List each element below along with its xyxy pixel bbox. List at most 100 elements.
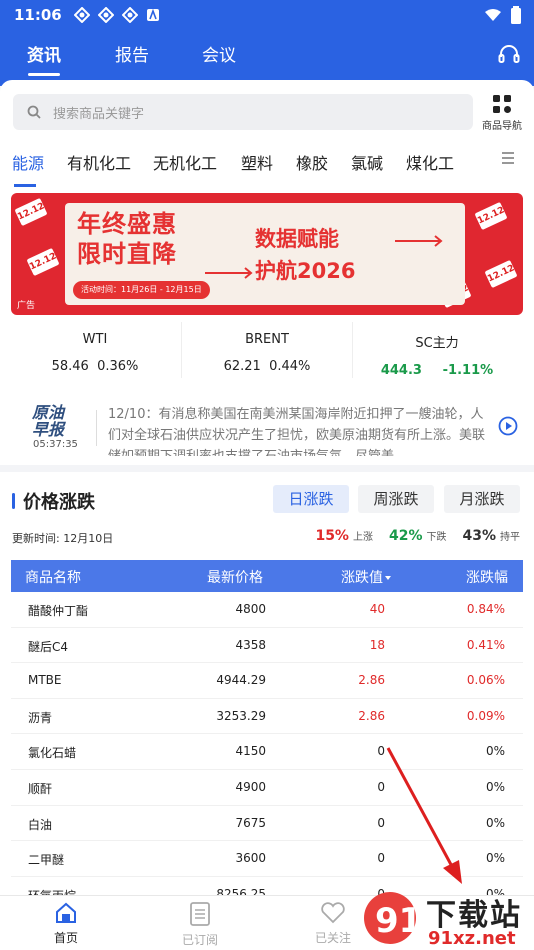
banner-date: 活动时间：11月26日 - 12月15日 (73, 281, 210, 299)
daily-change-button[interactable]: 日涨跌 (273, 485, 349, 513)
quote-name: WTI (82, 332, 108, 347)
table-row[interactable]: 白油 7675 0 0% (11, 806, 523, 842)
svg-text:91: 91 (375, 901, 422, 941)
cell-price: 4800 (235, 602, 266, 616)
cell-price: 4358 (235, 637, 266, 652)
weekly-change-button[interactable]: 周涨跌 (358, 485, 434, 513)
promo-banner[interactable]: 12.12 12.12 12.12 12.12 12.12 年终盛惠 限时直降 … (11, 193, 523, 315)
cell-name: 顺酐 (28, 781, 53, 796)
cell-price: 4150 (235, 744, 266, 759)
tab-conferences[interactable]: 会议 (202, 41, 236, 66)
grid-icon (493, 95, 511, 113)
notification-icons (73, 7, 160, 23)
cell-change: 18 (369, 637, 385, 652)
morning-news[interactable]: 原油 早报 05:37:35 12/10：有消息称美国在南美洲某国海岸附近扣押了… (0, 398, 534, 458)
cell-name: 醋酸仲丁酯 (28, 604, 89, 618)
cell-pct: 0.06% (466, 673, 505, 688)
cell-change: 0 (377, 779, 385, 794)
quote-change: 0.44% (269, 359, 311, 374)
down-label: 下跌 (426, 532, 447, 543)
search-placeholder: 搜索商品关键字 (53, 106, 145, 122)
menu-icon[interactable] (500, 150, 516, 166)
watermark-domain: 91xz.net (428, 928, 516, 949)
section-title: 价格涨跌 (12, 488, 95, 514)
decor-tile: 12.12 (474, 201, 508, 231)
table-row[interactable]: 氯化石蜡 4150 0 0% (11, 734, 523, 770)
home-header-card: 搜索商品关键字 商品导航 能源 有机化工 无机化工 塑料 橡胶 氯碱 煤化工 1… (0, 80, 534, 465)
cell-name: 醚后C4 (28, 639, 69, 654)
flat-label: 持平 (500, 532, 520, 543)
category-tab[interactable]: 氯碱 (351, 150, 383, 174)
nav-followed[interactable]: 已关注 (298, 902, 368, 946)
table-row[interactable]: 二甲醚 3600 0 0% (11, 841, 523, 877)
quote-values: 62.21 0.44% (182, 359, 352, 374)
cell-name: 氯化石蜡 (28, 746, 77, 761)
quote-sc[interactable]: SC主力 444.3 -1.11% (352, 322, 522, 378)
nav-home[interactable]: 首页 (31, 902, 101, 946)
headphones-icon[interactable] (498, 44, 520, 64)
quote-price: 62.21 (223, 359, 261, 374)
table-header: 商品名称 最新价格 涨跌值 涨跌幅 (11, 560, 523, 592)
quote-price: 444.3 (380, 363, 422, 378)
cell-name: MTBE (28, 673, 62, 688)
title-accent (12, 493, 15, 509)
price-change-section: 价格涨跌 日涨跌 周涨跌 月涨跌 更新时间: 12月10日 15% 上涨 42%… (0, 472, 534, 950)
system-icons (484, 6, 522, 24)
header-change[interactable]: 涨跌值 (341, 567, 392, 587)
cell-name: 二甲醚 (28, 853, 65, 868)
cell-price: 3253.29 (216, 708, 266, 723)
table-row[interactable]: 醚后C4 4358 18 0.41% (11, 628, 523, 664)
wifi-icon (485, 9, 501, 21)
monthly-change-button[interactable]: 月涨跌 (444, 485, 520, 513)
list-icon (190, 902, 210, 926)
category-tab[interactable]: 能源 (12, 150, 44, 174)
quote-change: 0.36% (97, 359, 139, 374)
category-tab[interactable]: 塑料 (241, 150, 273, 174)
market-stats: 15% 上涨 42% 下跌 43% 持平 (315, 528, 520, 544)
table-row[interactable]: MTBE 4944.29 2.86 0.06% (11, 663, 523, 699)
tab-news[interactable]: 资讯 (27, 41, 61, 66)
app-notification-icon (121, 7, 138, 23)
oil-quotes: WTI 58.46 0.36% BRENT 62.21 0.44% SC主力 4… (0, 322, 534, 382)
quote-wti[interactable]: WTI 58.46 0.36% (10, 322, 180, 374)
quote-price: 58.46 (51, 359, 89, 374)
flat-percent: 43% (462, 528, 496, 544)
news-text: 12/10：有消息称美国在南美洲某国海岸附近扣押了一艘油轮，人们对全球石油供应状… (108, 407, 486, 456)
category-tab[interactable]: 橡胶 (296, 150, 328, 174)
cell-change: 0 (377, 815, 385, 830)
header-name[interactable]: 商品名称 (25, 567, 81, 587)
table-row[interactable]: 醋酸仲丁酯 4800 40 0.84% (11, 592, 523, 628)
cell-price: 3600 (235, 851, 266, 866)
site-watermark: 91 下载站 91xz.net (362, 888, 534, 950)
top-navigation: 资讯 报告 会议 (0, 30, 534, 86)
header-pct[interactable]: 涨跌幅 (466, 567, 508, 587)
nav-subscribed-label: 已订阅 (181, 933, 218, 947)
table-row[interactable]: 沥青 3253.29 2.86 0.09% (11, 699, 523, 735)
app-screen: { "status": {"time": "11:06"}, "topnav":… (0, 0, 534, 950)
quote-brent[interactable]: BRENT 62.21 0.44% (182, 322, 352, 374)
header-price[interactable]: 最新价格 (207, 567, 263, 587)
active-category-indicator (14, 184, 36, 187)
sort-down-icon (385, 576, 391, 580)
cell-change: 0 (377, 851, 385, 866)
status-time: 11:06 (14, 6, 62, 24)
crude-morning-logo: 原油 早报 (32, 403, 65, 439)
up-percent: 15% (315, 528, 349, 544)
cell-price: 7675 (235, 815, 266, 830)
nav-subscribed[interactable]: 已订阅 (165, 902, 235, 948)
cell-pct: 0% (485, 779, 505, 794)
play-icon[interactable] (498, 416, 518, 436)
active-tab-indicator (28, 73, 60, 76)
cell-pct: 0% (485, 851, 505, 866)
category-tab[interactable]: 有机化工 (67, 150, 131, 174)
table-row[interactable]: 顺酐 4900 0 0% (11, 770, 523, 806)
battery-icon (511, 6, 521, 24)
tab-reports[interactable]: 报告 (115, 41, 149, 66)
category-tab[interactable]: 煤化工 (406, 150, 454, 174)
search-input[interactable]: 搜索商品关键字 (13, 94, 473, 130)
cell-change: 0 (377, 744, 385, 759)
cell-pct: 0% (485, 815, 505, 830)
product-nav-button[interactable]: 商品导航 (477, 94, 527, 132)
category-tab[interactable]: 无机化工 (153, 150, 217, 174)
cell-pct: 0.84% (466, 602, 505, 616)
